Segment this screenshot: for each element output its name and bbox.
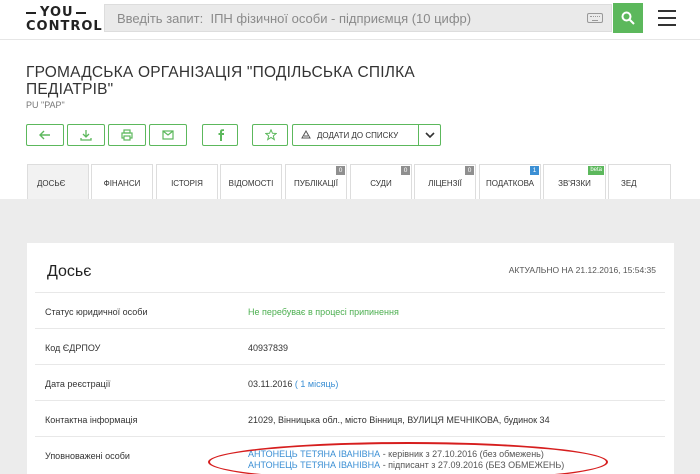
company-short-name: PU "PAP" <box>26 100 65 110</box>
tab-connections[interactable]: ЗВ'ЯЗКИ beta <box>543 164 606 199</box>
youcontrol-logo[interactable]: YOU CONTROL <box>26 5 102 35</box>
tab-history[interactable]: ІСТОРІЯ <box>156 164 218 199</box>
tab-records[interactable]: ВІДОМОСТІ <box>220 164 282 199</box>
count-badge: 0 <box>336 166 345 175</box>
logo-bar-right <box>76 12 86 14</box>
beta-badge: beta <box>588 166 604 175</box>
row-key: Статус юридичної особи <box>45 307 148 317</box>
row-key: Дата реєстрації <box>45 379 111 389</box>
add-to-list-button[interactable]: ДОДАТИ ДО СПИСКУ <box>292 124 441 146</box>
row-key: Уповноважені особи <box>45 451 130 461</box>
dossier-row-edrpou: Код ЄДРПОУ 40937839 <box>35 328 665 364</box>
person-role: - керівник з 27.10.2016 (без обмежень) <box>380 449 544 459</box>
dossier-row-authorized-persons: Уповноважені особи АНТОНЕЦЬ ТЕТЯНА ІВАНІ… <box>35 436 665 474</box>
chevron-down-icon <box>425 132 435 138</box>
list-add-icon <box>301 130 311 139</box>
search-icon <box>621 11 635 25</box>
tab-dossier[interactable]: ДОСЬЄ <box>27 164 89 199</box>
tab-licenses[interactable]: ЛІЦЕНЗІЇ 0 <box>414 164 476 199</box>
add-to-list-label: ДОДАТИ ДО СПИСКУ <box>317 131 399 140</box>
email-button[interactable] <box>149 124 187 146</box>
person-link[interactable]: АНТОНЕЦЬ ТЕТЯНА ІВАНІВНА <box>248 449 380 459</box>
logo-bar-left <box>26 12 36 14</box>
download-icon <box>80 130 92 141</box>
count-badge: 0 <box>401 166 410 175</box>
tab-finances[interactable]: ФІНАНСИ <box>91 164 153 199</box>
count-badge: 1 <box>530 166 539 175</box>
keyboard-icon[interactable] <box>587 13 603 23</box>
person-link[interactable]: АНТОНЕЦЬ ТЕТЯНА ІВАНІВНА <box>248 460 380 470</box>
company-title: ГРОМАДСЬКА ОРГАНІЗАЦІЯ "ПОДІЛЬСЬКА СПІЛК… <box>26 64 415 98</box>
tab-label: ЗВ'ЯЗКИ <box>558 179 591 188</box>
download-button[interactable] <box>67 124 105 146</box>
tab-courts[interactable]: СУДИ 0 <box>350 164 412 199</box>
edrpou-value: 40937839 <box>248 343 289 353</box>
count-badge: 0 <box>465 166 474 175</box>
tab-label: ІСТОРІЯ <box>171 179 203 188</box>
row-key: Контактна інформація <box>45 415 138 425</box>
person-line: АНТОНЕЦЬ ТЕТЯНА ІВАНІВНА - підписант з 2… <box>248 460 564 470</box>
registration-date-value: 03.11.2016 <box>248 379 293 389</box>
star-icon <box>265 129 277 141</box>
actual-timestamp: АКТУАЛЬНО НА 21.12.2016, 15:54:35 <box>508 265 656 275</box>
person-role: - підписант з 27.09.2016 (БЕЗ ОБМЕЖЕНЬ) <box>380 460 565 470</box>
tab-label: СУДИ <box>370 179 392 188</box>
tab-label: ЛІЦЕНЗІЇ <box>428 179 462 188</box>
logo-text-top: YOU <box>40 5 74 20</box>
dossier-row-status: Статус юридичної особи Не перебуває в пр… <box>35 292 665 328</box>
arrow-left-icon <box>39 130 50 140</box>
facebook-icon <box>218 129 224 141</box>
person-line: АНТОНЕЦЬ ТЕТЯНА ІВАНІВНА - керівник з 27… <box>248 449 544 459</box>
tab-label: ВІДОМОСТІ <box>228 179 274 188</box>
logo-text-bottom: CONTROL <box>26 19 103 34</box>
row-key: Код ЄДРПОУ <box>45 343 101 353</box>
tab-label: ДОСЬЄ <box>37 179 66 188</box>
search-box <box>104 4 612 32</box>
search-input[interactable] <box>105 5 575 31</box>
tab-label: ПОДАТКОВА <box>485 179 534 188</box>
tab-foreign-trade[interactable]: ЗЕД <box>608 164 671 199</box>
dossier-row-registration-date: Дата реєстрації 03.11.2016 ( 1 місяць) <box>35 364 665 400</box>
tab-publications[interactable]: ПУБЛІКАЦІЇ 0 <box>285 164 347 199</box>
dossier-card: Досьє АКТУАЛЬНО НА 21.12.2016, 15:54:35 … <box>27 243 674 474</box>
print-button[interactable] <box>108 124 146 146</box>
print-icon <box>121 129 133 141</box>
envelope-icon <box>162 130 174 140</box>
hamburger-menu-icon[interactable] <box>658 10 676 26</box>
dossier-row-contacts: Контактна інформація 21029, Вінницька об… <box>35 400 665 436</box>
back-button[interactable] <box>26 124 64 146</box>
add-to-list-dropdown[interactable] <box>418 125 440 145</box>
row-value-wrap: 03.11.2016 ( 1 місяць) <box>248 379 338 389</box>
tab-tax[interactable]: ПОДАТКОВА 1 <box>479 164 541 199</box>
search-button[interactable] <box>613 3 643 33</box>
tab-label: ПУБЛІКАЦІЇ <box>294 179 338 188</box>
registration-age: ( 1 місяць) <box>294 379 339 389</box>
top-header: YOU CONTROL <box>0 0 700 40</box>
tab-label: ФІНАНСИ <box>103 179 141 188</box>
status-value: Не перебуває в процесі припинення <box>248 307 399 317</box>
dossier-title: Досьє <box>47 263 92 280</box>
contacts-value: 21029, Вінницька обл., місто Вінниця, ВУ… <box>248 415 550 425</box>
facebook-share-button[interactable] <box>202 124 238 146</box>
row-value-wrap: Не перебуває в процесі припинення <box>248 307 399 317</box>
favorite-button[interactable] <box>252 124 288 146</box>
tab-label: ЗЕД <box>621 179 637 188</box>
